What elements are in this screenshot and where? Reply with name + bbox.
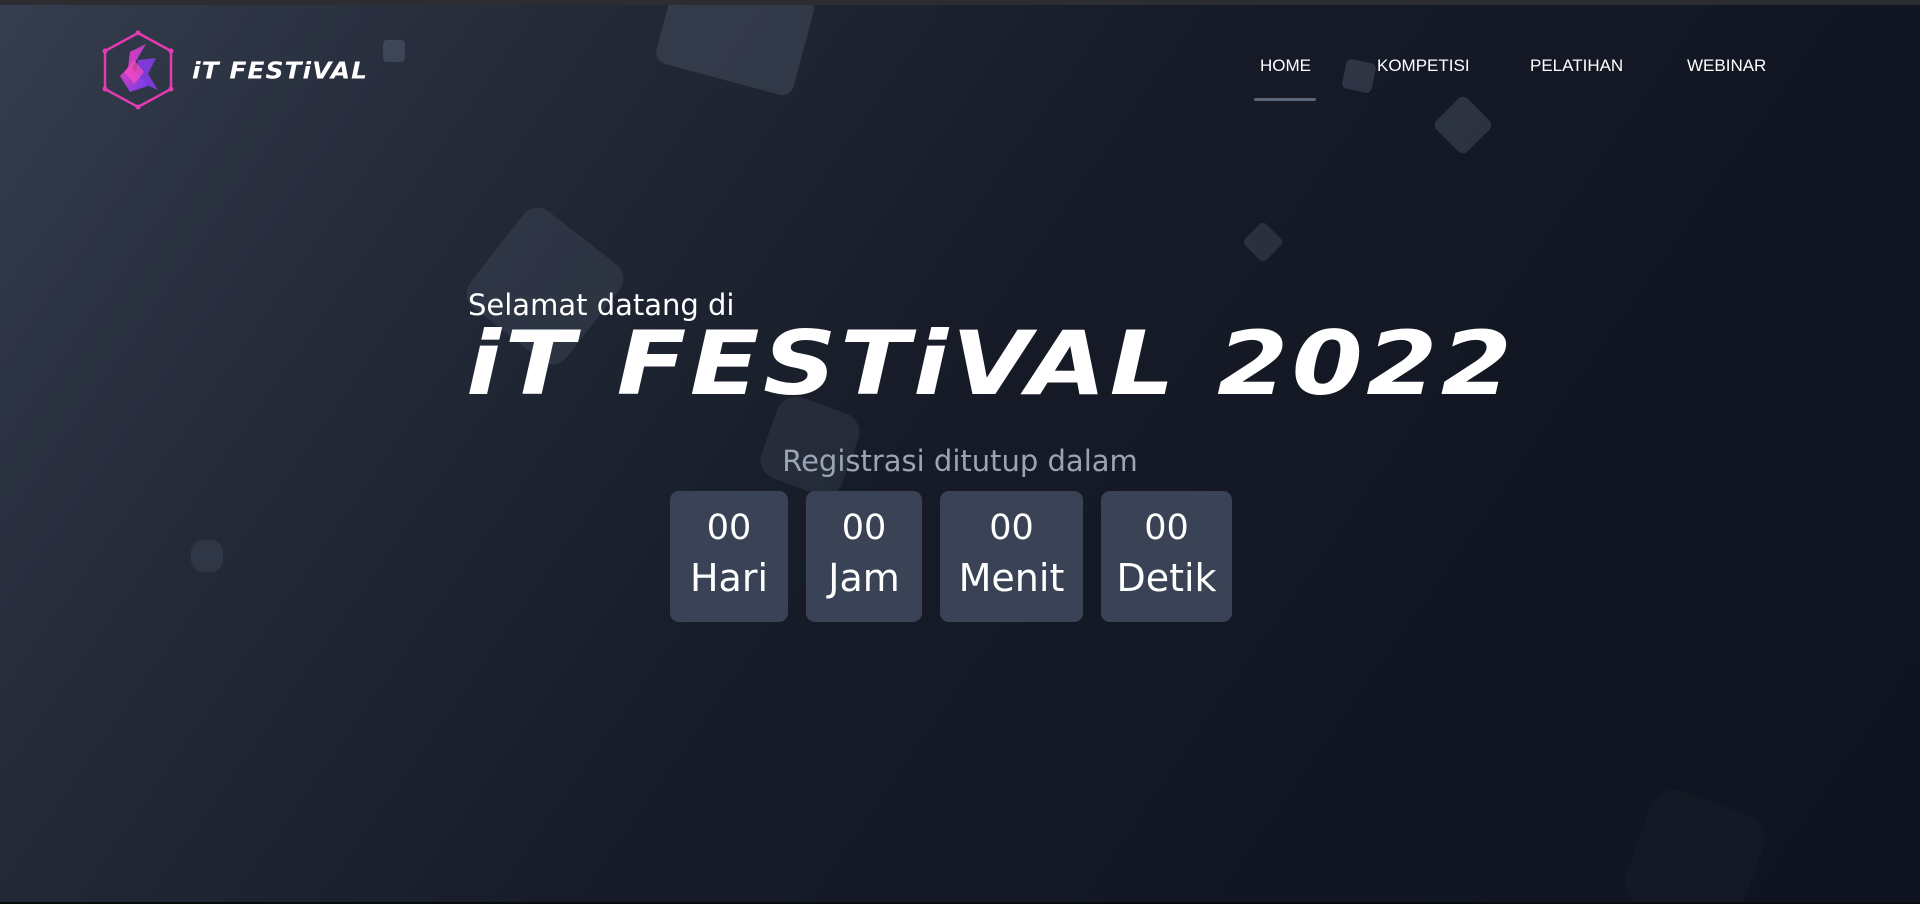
countdown-hours-label: Jam bbox=[828, 556, 900, 600]
countdown-seconds-value: 00 bbox=[1144, 508, 1189, 548]
decorative-shape bbox=[1241, 220, 1285, 264]
decorative-shape bbox=[191, 540, 223, 572]
registration-countdown-label: Registrasi ditutup dalam bbox=[0, 444, 1920, 478]
nav-item-webinar[interactable]: WEBINAR bbox=[1687, 56, 1766, 76]
countdown-minutes-label: Menit bbox=[958, 556, 1065, 600]
active-nav-indicator bbox=[1254, 98, 1316, 101]
nav-item-home[interactable]: HOME bbox=[1260, 56, 1311, 76]
decorative-shape bbox=[1618, 783, 1772, 904]
countdown-days-value: 00 bbox=[706, 508, 752, 548]
registration-countdown-text: Registrasi ditutup dalam bbox=[782, 444, 1138, 478]
countdown-minutes: 00 Menit bbox=[940, 491, 1083, 622]
nav-item-kompetisi[interactable]: KOMPETISI bbox=[1377, 56, 1470, 76]
main-nav: HOME KOMPETISI PELATIHAN WEBINAR bbox=[0, 56, 1920, 116]
countdown-hours-value: 00 bbox=[841, 508, 887, 548]
countdown-hours: 00 Jam bbox=[806, 491, 922, 622]
event-title: iT FESTiVAL 2022 bbox=[466, 312, 1516, 415]
nav-item-pelatihan[interactable]: PELATIHAN bbox=[1530, 56, 1623, 76]
countdown-minutes-value: 00 bbox=[989, 508, 1034, 548]
countdown-seconds-label: Detik bbox=[1116, 556, 1217, 600]
countdown-seconds: 00 Detik bbox=[1101, 491, 1232, 622]
countdown-days: 00 Hari bbox=[670, 491, 788, 622]
countdown-days-label: Hari bbox=[689, 556, 769, 600]
